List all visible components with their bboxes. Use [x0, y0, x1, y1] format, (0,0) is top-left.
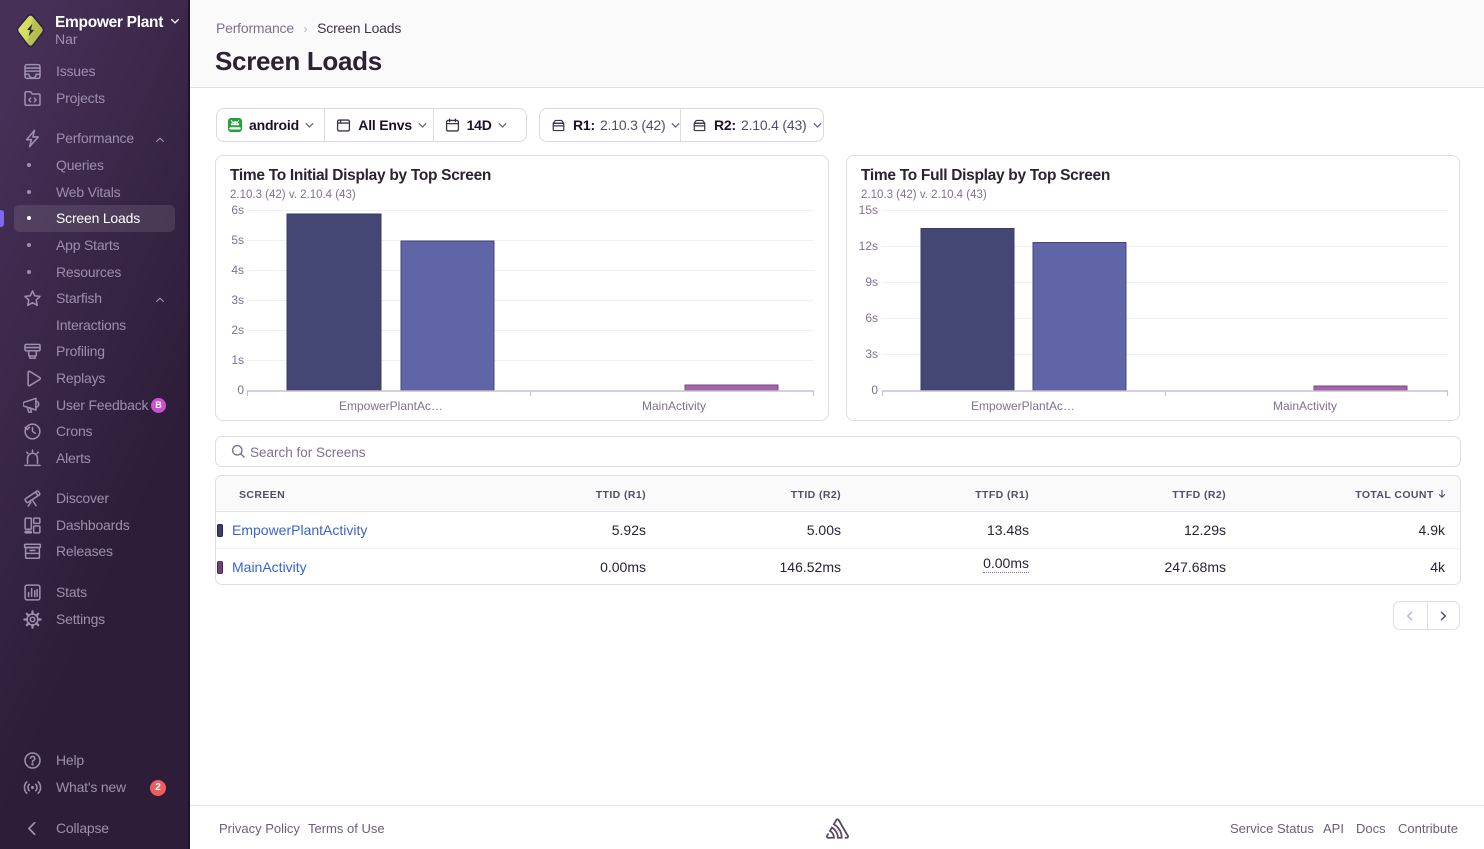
svg-text:15s: 15s — [859, 203, 878, 217]
svg-text:0: 0 — [237, 383, 244, 397]
svg-text:EmpowerPlantAc…: EmpowerPlantAc… — [339, 399, 443, 413]
svg-text:3s: 3s — [865, 347, 878, 361]
svg-text:6s: 6s — [865, 311, 878, 325]
svg-text:0: 0 — [871, 383, 878, 397]
svg-text:MainActivity: MainActivity — [1273, 399, 1337, 413]
svg-text:EmpowerPlantAc…: EmpowerPlantAc… — [971, 399, 1075, 413]
svg-text:MainActivity: MainActivity — [642, 399, 706, 413]
svg-text:5s: 5s — [231, 233, 244, 247]
svg-text:3s: 3s — [231, 293, 244, 307]
svg-text:9s: 9s — [865, 275, 878, 289]
svg-text:1s: 1s — [231, 353, 244, 367]
svg-text:12s: 12s — [859, 239, 878, 253]
svg-text:4s: 4s — [231, 263, 244, 277]
svg-text:2s: 2s — [231, 323, 244, 337]
svg-text:6s: 6s — [231, 203, 244, 217]
